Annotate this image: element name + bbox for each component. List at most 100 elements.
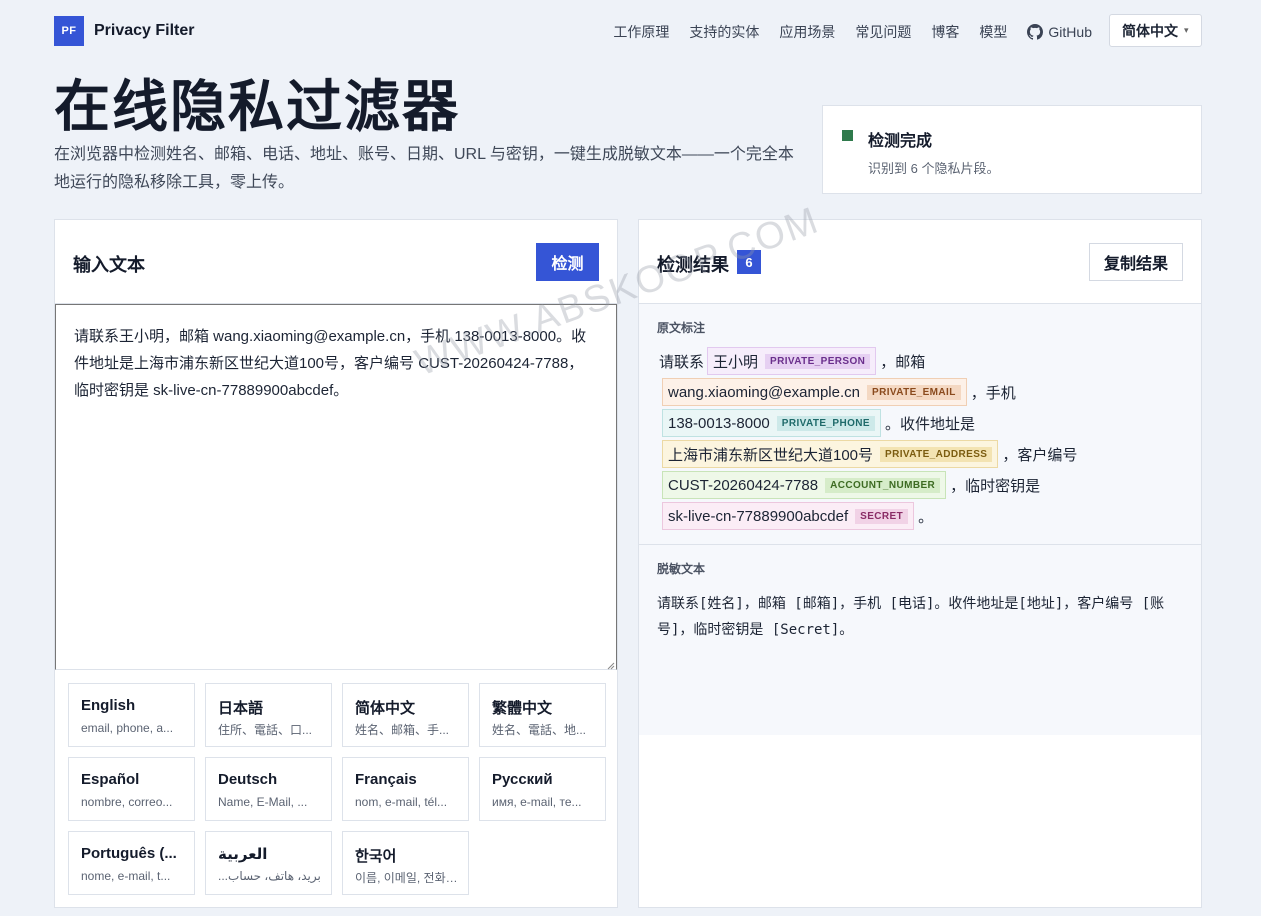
annotated-label: 原文标注 (657, 321, 706, 335)
nav-blog[interactable]: 博客 (931, 22, 959, 42)
language-sample-entities: nombre, correo... (81, 795, 173, 809)
nav-entities[interactable]: 支持的实体 (689, 22, 759, 42)
language-sample-card[interactable]: 简体中文姓名、邮箱、手... (342, 683, 469, 747)
main-nav: 工作原理 支持的实体 应用场景 常见问题 博客 模型 GitHub (613, 22, 1092, 42)
language-sample-name: 繁體中文 (492, 700, 553, 717)
input-panel: 输入文本 检测 请联系王小明，邮箱 wang.xiaoming@example.… (54, 219, 618, 908)
language-select-value: 简体中文 (1122, 22, 1178, 39)
language-sample-entities: 住所、電話、口... (218, 723, 313, 737)
input-panel-title: 输入文本 (73, 255, 145, 275)
status-indicator-icon (842, 130, 853, 141)
resize-handle-icon[interactable] (605, 660, 615, 670)
annotated-text: 请联系 (659, 353, 705, 371)
entity-chip-person[interactable]: 王小明 PRIVATE_PERSON (707, 347, 877, 375)
chevron-down-icon: ▾ (1184, 25, 1189, 35)
entity-type-tag: PRIVATE_ADDRESS (880, 446, 993, 462)
annotated-line: CUST-20260424-7788 ACCOUNT_NUMBER ，临时密钥是 (659, 471, 1041, 499)
entity-chip-phone[interactable]: 138-0013-8000 PRIVATE_PHONE (662, 409, 881, 437)
result-panel-header: 检测结果 6 复制结果 (639, 220, 1201, 304)
result-count-badge: 6 (737, 250, 761, 274)
language-sample-name: Français (355, 771, 417, 788)
language-sample-name: Português (... (81, 845, 177, 862)
status-title: 检测完成 (868, 133, 933, 150)
annotated-section: 原文标注 请联系 王小明 PRIVATE_PERSON ，邮箱 wang.xiaomin… (639, 304, 1201, 545)
language-sample-card[interactable]: 한국어이름, 이메일, 전화,... (342, 831, 469, 895)
language-sample-name: Русский (492, 771, 553, 788)
nav-use-cases[interactable]: 应用场景 (779, 22, 835, 42)
entity-chip-email[interactable]: wang.xiaoming@example.cn PRIVATE_EMAIL (662, 378, 967, 406)
annotated-text: 。收件地址是 (884, 415, 975, 433)
entity-chip-secret[interactable]: sk-live-cn-77889900abcdef SECRET (662, 502, 915, 530)
entity-value: 王小明 (713, 353, 759, 371)
language-sample-card[interactable]: Español nombre, correo... (68, 757, 195, 821)
language-sample-entities: 이름, 이메일, 전화,... (355, 871, 458, 885)
nav-github[interactable]: GitHub (1027, 22, 1092, 42)
language-sample-card[interactable]: Français nom, e-mail, tél... (342, 757, 469, 821)
language-sample-card[interactable]: 繁體中文姓名、電話、地... (479, 683, 606, 747)
language-sample-entities: nom, e-mail, tél... (355, 795, 448, 809)
language-sample-card[interactable]: 日本語住所、電話、口... (205, 683, 332, 747)
redacted-section: 脱敏文本 请联系[姓名]，邮箱 [邮箱]，手机 [电话]。收件地址是[地址]，客… (639, 545, 1201, 735)
language-sample-name: 日本語 (218, 700, 264, 717)
language-sample-entities: Name, E-Mail, ... (218, 795, 308, 809)
input-textarea[interactable]: 请联系王小明，邮箱 wang.xiaoming@example.cn，手机 13… (55, 304, 617, 670)
language-sample-name: 简体中文 (355, 700, 416, 717)
language-sample-card[interactable]: Português (... nome, e-mail, t... (68, 831, 195, 895)
language-select[interactable]: 简体中文 ▾ (1109, 14, 1202, 47)
annotated-text: ，邮箱 (880, 353, 926, 371)
language-sample-name: English (81, 697, 136, 714)
result-panel: 检测结果 6 复制结果 原文标注 请联系 王小明 PRIVATE_PERSON ，邮箱… (638, 219, 1202, 908)
top-bar: PF Privacy Filter 工作原理 支持的实体 应用场景 常见问题 博… (54, 14, 1202, 48)
language-sample-card[interactable]: Deutsch Name, E-Mail, ... (205, 757, 332, 821)
github-label: GitHub (1048, 24, 1092, 40)
annotated-text: ，临时密钥是 (950, 477, 1041, 495)
annotated-line: 上海市浦东新区世纪大道100号 PRIVATE_ADDRESS ，客户编号 (659, 440, 1078, 468)
language-sample-name: العربية (218, 846, 268, 863)
nav-faq[interactable]: 常见问题 (855, 22, 911, 42)
language-sample-card[interactable]: العربية ...بريد، هاتف، حساب (205, 831, 332, 895)
redacted-label: 脱敏文本 (657, 562, 706, 576)
entity-chip-account[interactable]: CUST-20260424-7788 ACCOUNT_NUMBER (662, 471, 947, 499)
status-subtitle: 识别到 6 个隐私片段。 (868, 161, 1000, 176)
input-panel-header: 输入文本 检测 (55, 220, 617, 304)
nav-how-it-works[interactable]: 工作原理 (613, 22, 669, 42)
entity-type-tag: PRIVATE_EMAIL (867, 384, 961, 400)
copy-result-button[interactable]: 复制结果 (1089, 243, 1183, 281)
language-sample-entities: ...بريد، هاتف، حساب (218, 869, 321, 883)
language-sample-entities: nome, e-mail, t... (81, 869, 171, 883)
entity-value: 138-0013-8000 (668, 414, 770, 432)
page-title: 在线隐私过滤器 (54, 75, 460, 138)
language-sample-entities: 姓名、電話、地... (492, 723, 587, 737)
entity-chip-address[interactable]: 上海市浦东新区世纪大道100号 PRIVATE_ADDRESS (662, 440, 999, 468)
entity-value: wang.xiaoming@example.cn (668, 383, 860, 401)
language-sample-name: Deutsch (218, 771, 278, 788)
annotated-line: 138-0013-8000 PRIVATE_PHONE 。收件地址是 (659, 409, 975, 437)
entity-value: 上海市浦东新区世纪大道100号 (668, 446, 874, 464)
annotated-text: ，手机 (970, 384, 1016, 402)
entity-value: sk-live-cn-77889900abcdef (668, 507, 849, 525)
annotated-line: wang.xiaoming@example.cn PRIVATE_EMAIL ，手机 (659, 378, 1016, 406)
entity-type-tag: SECRET (855, 508, 909, 524)
annotated-text: ，客户编号 (1002, 446, 1078, 464)
language-sample-name: Español (81, 771, 140, 788)
detect-button[interactable]: 检测 (536, 243, 599, 281)
language-sample-entities: 姓名、邮箱、手... (355, 723, 450, 737)
result-panel-title: 检测结果 (657, 255, 729, 275)
language-sample-card[interactable]: English email, phone, a... (68, 683, 195, 747)
logo-text[interactable]: Privacy Filter (94, 22, 195, 40)
entity-type-tag: ACCOUNT_NUMBER (825, 477, 941, 493)
status-card: 检测完成 识别到 6 个隐私片段。 (822, 105, 1202, 194)
annotated-line: sk-live-cn-77889900abcdef SECRET 。 (659, 502, 934, 530)
language-sample-name: 한국어 (355, 848, 397, 865)
entity-type-tag: PRIVATE_PHONE (776, 415, 875, 431)
annotated-line: 请联系 王小明 PRIVATE_PERSON ，邮箱 (659, 347, 926, 375)
nav-model[interactable]: 模型 (979, 22, 1007, 42)
language-sample-entities: имя, e-mail, те... (492, 795, 582, 809)
redacted-text: 请联系[姓名]，邮箱 [邮箱]，手机 [电话]。收件地址是[地址]，客户编号 [… (657, 596, 1165, 638)
github-icon (1027, 24, 1044, 40)
entity-type-tag: PRIVATE_PERSON (765, 353, 871, 369)
language-sample-card[interactable]: Русский имя, e-mail, те... (479, 757, 606, 821)
annotated-text: 。 (918, 508, 934, 526)
language-sample-entities: email, phone, a... (81, 721, 174, 735)
logo-icon[interactable]: PF (54, 16, 84, 46)
